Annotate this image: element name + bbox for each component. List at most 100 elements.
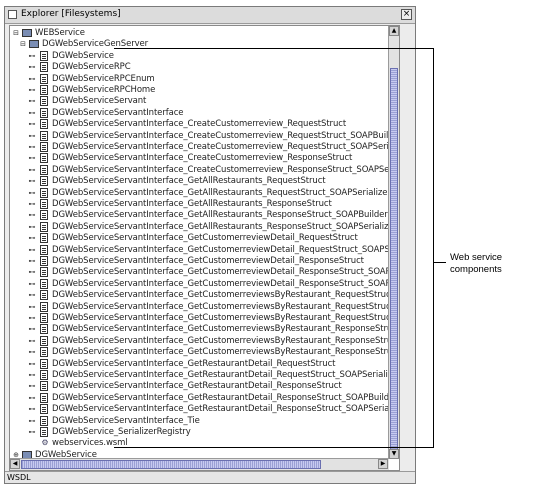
callout-label: Web service components bbox=[450, 252, 502, 276]
tree-item-label: DGWebServiceServantInterface_GetCustomer… bbox=[52, 244, 400, 255]
tree-item-label: DGWebServiceServantInterface_GetRestaura… bbox=[52, 381, 342, 392]
expand-toggle-icon[interactable]: ⊷ bbox=[28, 132, 36, 140]
expand-toggle-icon[interactable]: ⊷ bbox=[28, 154, 36, 162]
expand-toggle-icon[interactable]: ⊷ bbox=[28, 394, 36, 402]
expand-toggle-icon[interactable]: ⊷ bbox=[28, 234, 36, 242]
callout-line-1: Web service bbox=[450, 252, 503, 263]
tree-item-label: DGWebServiceServantInterface_GetCustomer… bbox=[52, 256, 364, 266]
tree-item-label: DGWebServiceRPC bbox=[52, 62, 131, 73]
expand-toggle-icon[interactable]: ⊷ bbox=[28, 303, 36, 311]
expand-toggle-icon[interactable]: ⊷ bbox=[28, 348, 36, 356]
class-file-icon bbox=[40, 221, 48, 232]
class-file-icon bbox=[40, 176, 48, 187]
class-file-icon bbox=[40, 130, 48, 141]
expand-toggle-icon[interactable]: ⊷ bbox=[28, 246, 36, 254]
tree-item-label: DGWebServiceServantInterface_CreateCusto… bbox=[52, 130, 400, 141]
expand-toggle-icon[interactable]: ⊷ bbox=[28, 223, 36, 231]
expand-toggle-icon[interactable]: ⊟ bbox=[12, 29, 20, 37]
class-file-icon bbox=[40, 142, 48, 152]
expand-toggle-icon[interactable]: ⊷ bbox=[28, 360, 36, 368]
explorer-icon bbox=[8, 10, 17, 19]
window-title: Explorer [Filesystems] bbox=[21, 9, 121, 19]
class-file-icon bbox=[40, 404, 48, 415]
class-file-icon bbox=[40, 427, 48, 437]
expand-toggle-icon[interactable]: ⊷ bbox=[28, 143, 36, 151]
tree-item-label: DGWebServiceServantInterface_GetCustomer… bbox=[52, 267, 400, 278]
horizontal-scrollbar[interactable]: ◀ ▶ bbox=[10, 458, 389, 470]
expand-toggle-icon[interactable]: ⊷ bbox=[28, 291, 36, 299]
class-file-icon bbox=[40, 210, 48, 221]
horizontal-scroll-thumb[interactable] bbox=[21, 460, 321, 469]
class-file-icon bbox=[40, 290, 48, 301]
scroll-left-arrow[interactable]: ◀ bbox=[10, 459, 20, 469]
class-file-icon bbox=[40, 119, 48, 130]
tree-item-label: DGWebServiceServantInterface_GetRestaura… bbox=[52, 358, 336, 369]
tree-item-label: DGWebService_SerializerRegistry bbox=[52, 427, 191, 437]
expand-toggle-icon[interactable]: ⊷ bbox=[28, 177, 36, 185]
expand-toggle-icon[interactable]: ⊷ bbox=[28, 86, 36, 94]
class-file-icon bbox=[40, 392, 48, 403]
expand-toggle-icon[interactable]: ⊷ bbox=[28, 417, 36, 425]
close-button[interactable]: × bbox=[401, 9, 412, 20]
class-file-icon bbox=[40, 244, 48, 255]
tree-item-label: DGWebServiceServantInterface_GetRestaura… bbox=[52, 392, 398, 403]
class-file-icon bbox=[40, 50, 48, 61]
callout-line-top bbox=[114, 48, 434, 49]
tree-item-label: DGWebServiceServantInterface_GetAllResta… bbox=[52, 187, 391, 198]
class-file-icon bbox=[40, 256, 48, 266]
tree-item-label: DGWebServiceServantInterface_GetCustomer… bbox=[52, 278, 400, 289]
expand-toggle-icon[interactable]: ⊷ bbox=[28, 189, 36, 197]
callout-line-bottom bbox=[114, 447, 434, 448]
tree-item-label: DGWebServiceRPCEnum bbox=[52, 73, 155, 84]
explorer-window: Explorer [Filesystems] × ⊟ WEBService ⊟ DGW… bbox=[4, 6, 416, 484]
expand-toggle-icon[interactable]: ⊷ bbox=[28, 109, 36, 117]
expand-toggle-icon[interactable]: ⊷ bbox=[28, 52, 36, 60]
tree-item-label: DGWebServiceServantInterface_GetAllResta… bbox=[52, 210, 388, 221]
tree-item-label: DGWebServiceServantInterface_GetCustomer… bbox=[52, 324, 400, 335]
scroll-down-arrow[interactable]: ▼ bbox=[389, 449, 399, 459]
expand-toggle-icon[interactable]: ⊟ bbox=[19, 40, 27, 48]
tree-item-label: DGWebServiceServantInterface_GetCustomer… bbox=[52, 335, 400, 346]
class-file-icon bbox=[40, 164, 48, 175]
expand-toggle-icon[interactable]: ⊷ bbox=[28, 63, 36, 71]
class-file-icon bbox=[40, 153, 48, 164]
expand-toggle-icon[interactable]: ⊷ bbox=[28, 166, 36, 174]
class-file-icon bbox=[40, 267, 48, 278]
expand-toggle-icon[interactable]: ⊷ bbox=[28, 280, 36, 288]
class-file-icon bbox=[40, 301, 48, 312]
class-file-icon bbox=[40, 278, 48, 289]
vertical-scrollbar[interactable]: ▲ ▼ bbox=[388, 26, 399, 459]
scroll-thumb[interactable] bbox=[390, 68, 398, 452]
expand-toggle-icon[interactable]: ⊷ bbox=[28, 337, 36, 345]
tree-item-label: DGWebServiceServantInterface_CreateCusto… bbox=[52, 119, 347, 130]
filesystem-tree: ⊟ WEBService ⊟ DGWebServiceGenServer ⊷ DGWebS… bbox=[9, 25, 400, 471]
scroll-up-arrow[interactable]: ▲ bbox=[389, 26, 399, 36]
expand-toggle-icon[interactable]: ⊷ bbox=[28, 211, 36, 219]
tree-item-label: DGWebService bbox=[52, 50, 114, 61]
tree-item-label: DGWebServiceServantInterface_GetAllResta… bbox=[52, 199, 332, 209]
callout-pointer bbox=[433, 262, 446, 263]
expand-toggle-icon[interactable]: ⊷ bbox=[28, 97, 36, 105]
class-file-icon bbox=[40, 107, 48, 118]
expand-toggle-icon[interactable]: ⊷ bbox=[28, 405, 36, 413]
tree-item-label: DGWebServiceRPCHome bbox=[52, 85, 156, 95]
tree-item-label: DGWebServiceServantInterface_Tie bbox=[52, 415, 200, 426]
expand-toggle-icon[interactable]: ⊷ bbox=[28, 75, 36, 83]
title-bar[interactable]: Explorer [Filesystems] × bbox=[5, 7, 415, 24]
expand-toggle-icon[interactable]: ⊷ bbox=[28, 120, 36, 128]
folder-icon bbox=[22, 29, 32, 37]
tree-item-label: DGWebServiceServantInterface_GetRestaura… bbox=[52, 370, 400, 380]
tree-item-label: DGWebServiceServantInterface_CreateCusto… bbox=[52, 164, 400, 175]
tree-item-label: DGWebServiceServantInterface_CreateCusto… bbox=[52, 142, 400, 152]
expand-toggle-icon[interactable]: ⊷ bbox=[28, 200, 36, 208]
tree-item-label: DGWebServiceServantInterface_GetRestaura… bbox=[52, 404, 400, 415]
expand-toggle-icon[interactable]: ⊷ bbox=[28, 325, 36, 333]
expand-toggle-icon[interactable]: ⊷ bbox=[28, 314, 36, 322]
expand-toggle-icon[interactable]: ⊷ bbox=[28, 268, 36, 276]
expand-toggle-icon[interactable]: ⊷ bbox=[28, 428, 36, 436]
expand-toggle-icon[interactable]: ⊷ bbox=[28, 257, 36, 265]
scroll-right-arrow[interactable]: ▶ bbox=[378, 459, 388, 469]
folder-icon bbox=[29, 40, 39, 49]
expand-toggle-icon[interactable]: ⊷ bbox=[28, 371, 36, 379]
expand-toggle-icon[interactable]: ⊷ bbox=[28, 382, 36, 390]
